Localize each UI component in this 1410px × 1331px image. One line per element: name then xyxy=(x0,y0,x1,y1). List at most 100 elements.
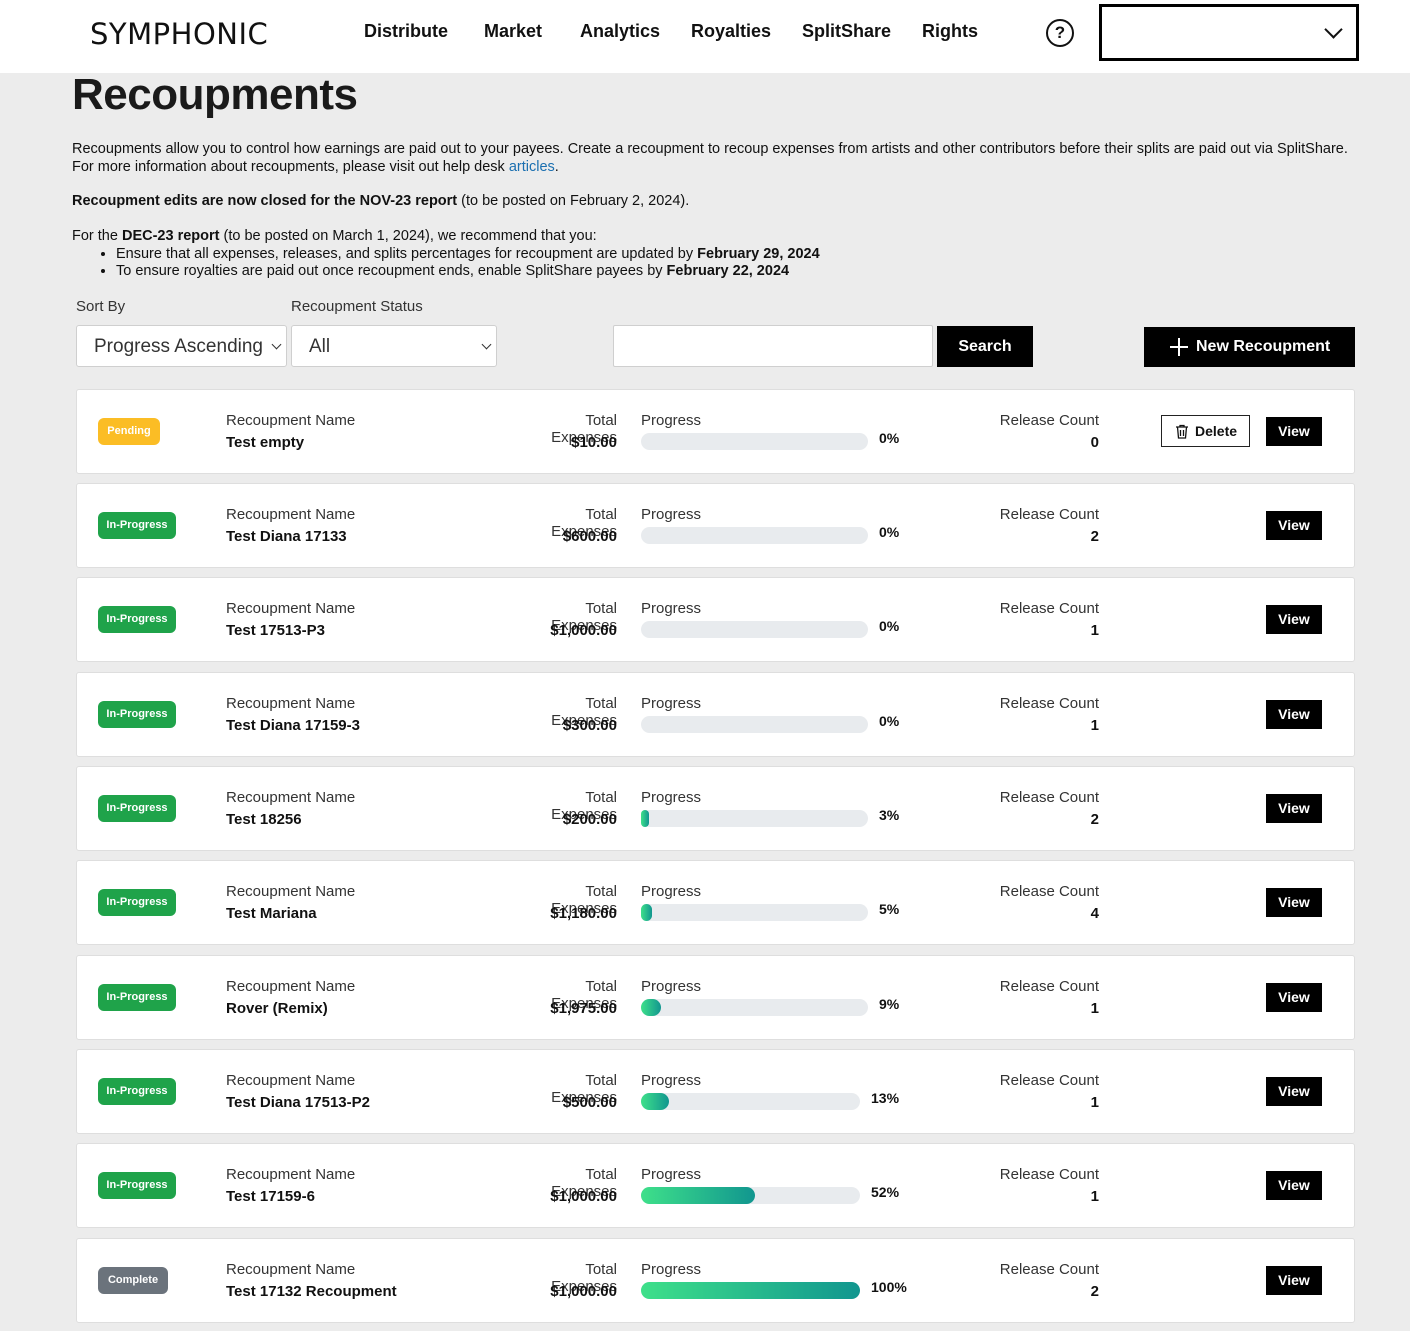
progress-label: Progress xyxy=(641,412,702,429)
recoupment-card: In-Progress Recoupment Name Test Diana 1… xyxy=(76,672,1355,757)
new-recoupment-button[interactable]: New Recoupment xyxy=(1144,327,1355,367)
total-expenses: $10.00 xyxy=(571,434,617,451)
status-badge: In-Progress xyxy=(98,701,176,728)
recoupment-card: Pending Recoupment Name Test empty Total… xyxy=(76,389,1355,474)
release-count-label: Release Count xyxy=(999,695,1099,712)
view-button[interactable]: View xyxy=(1266,983,1322,1012)
plus-icon xyxy=(1170,338,1188,356)
search-input[interactable] xyxy=(613,325,933,367)
progress-label: Progress xyxy=(641,600,702,617)
status-select[interactable]: All xyxy=(291,325,497,367)
recoupment-name: Test Diana 17159-3 xyxy=(226,717,360,734)
help-icon[interactable]: ? xyxy=(1046,19,1074,47)
recoupment-name: Test 18256 xyxy=(226,811,302,828)
progress-track xyxy=(641,527,868,544)
view-button[interactable]: View xyxy=(1266,1171,1322,1200)
release-count-label: Release Count xyxy=(999,506,1099,523)
progress-track xyxy=(641,433,868,450)
total-expenses: $300.00 xyxy=(562,717,617,734)
symphonic-logo[interactable]: SYMPHONIC xyxy=(90,17,268,51)
view-button[interactable]: View xyxy=(1266,511,1322,540)
view-button[interactable]: View xyxy=(1266,888,1322,917)
total-expenses: $1,000.00 xyxy=(550,1188,617,1205)
total-expenses: $500.00 xyxy=(562,1094,617,1111)
nav-splitshare[interactable]: SplitShare xyxy=(802,21,891,42)
delete-button[interactable]: Delete xyxy=(1161,415,1250,447)
name-label: Recoupment Name xyxy=(226,695,356,712)
recoupment-name: Test Diana 17133 xyxy=(226,528,347,545)
nav-market[interactable]: Market xyxy=(484,21,542,42)
release-count: 1 xyxy=(1090,717,1099,734)
progress-track xyxy=(641,810,868,827)
progress-percent: 0% xyxy=(879,430,900,446)
recoupment-name: Rover (Remix) xyxy=(226,1000,328,1017)
release-count: 4 xyxy=(1090,905,1099,922)
progress-percent: 5% xyxy=(879,901,900,917)
trash-icon xyxy=(1176,424,1188,439)
name-label: Recoupment Name xyxy=(226,1166,356,1183)
chevron-down-icon xyxy=(271,339,282,350)
sort-by-label: Sort By xyxy=(76,298,126,315)
progress-percent: 100% xyxy=(871,1279,907,1295)
articles-link[interactable]: articles xyxy=(509,159,555,175)
recoupment-name: Test Mariana xyxy=(226,905,317,922)
name-label: Recoupment Name xyxy=(226,1072,356,1089)
intro-text: Recoupments allow you to control how ear… xyxy=(72,141,1348,175)
chevron-down-icon xyxy=(1324,20,1343,39)
progress-track xyxy=(641,1093,860,1110)
view-button[interactable]: View xyxy=(1266,1266,1322,1295)
progress-percent: 0% xyxy=(879,713,900,729)
progress-fill xyxy=(641,999,662,1016)
release-count-label: Release Count xyxy=(999,1072,1099,1089)
nav-analytics[interactable]: Analytics xyxy=(580,21,660,42)
status-badge: In-Progress xyxy=(98,512,176,539)
progress-percent: 13% xyxy=(871,1090,900,1106)
bullet-expenses: Ensure that all expenses, releases, and … xyxy=(116,246,820,264)
status-label: Recoupment Status xyxy=(291,298,423,315)
name-label: Recoupment Name xyxy=(226,412,356,429)
progress-track xyxy=(641,621,868,638)
page-title: Recoupments xyxy=(72,70,358,119)
progress-fill xyxy=(641,904,653,921)
release-count-label: Release Count xyxy=(999,789,1099,806)
recoupment-name: Test 17513-P3 xyxy=(226,622,325,639)
release-count: 1 xyxy=(1090,1000,1099,1017)
status-badge: In-Progress xyxy=(98,795,176,822)
recoupment-name: Test 17132 Recoupment xyxy=(226,1283,397,1300)
view-button[interactable]: View xyxy=(1266,1077,1322,1106)
chevron-down-icon xyxy=(481,339,492,350)
release-count-label: Release Count xyxy=(999,978,1099,995)
release-count-label: Release Count xyxy=(999,600,1099,617)
name-label: Recoupment Name xyxy=(226,883,356,900)
recoupment-name: Test Diana 17513-P2 xyxy=(226,1094,370,1111)
recoupment-card: In-Progress Recoupment Name Test Diana 1… xyxy=(76,1049,1355,1134)
status-badge: Complete xyxy=(98,1267,168,1294)
total-expenses: $1,180.00 xyxy=(550,905,617,922)
status-badge: Pending xyxy=(98,418,160,445)
name-label: Recoupment Name xyxy=(226,789,356,806)
nav-rights[interactable]: Rights xyxy=(922,21,978,42)
account-dropdown[interactable] xyxy=(1099,4,1359,61)
view-button[interactable]: View xyxy=(1266,700,1322,729)
view-button[interactable]: View xyxy=(1266,417,1322,446)
name-label: Recoupment Name xyxy=(226,600,356,617)
release-count-label: Release Count xyxy=(999,1261,1099,1278)
release-count-label: Release Count xyxy=(999,883,1099,900)
view-button[interactable]: View xyxy=(1266,794,1322,823)
total-expenses: $1,000.00 xyxy=(550,1283,617,1300)
progress-fill xyxy=(641,1093,670,1110)
sort-by-select[interactable]: Progress Ascending xyxy=(76,325,287,367)
view-button[interactable]: View xyxy=(1266,605,1322,634)
recoupment-name: Test empty xyxy=(226,434,305,451)
search-button[interactable]: Search xyxy=(937,326,1033,367)
progress-percent: 52% xyxy=(871,1184,900,1200)
nav-royalties[interactable]: Royalties xyxy=(691,21,771,42)
name-label: Recoupment Name xyxy=(226,506,356,523)
nav-distribute[interactable]: Distribute xyxy=(364,21,448,42)
progress-label: Progress xyxy=(641,1166,702,1183)
status-badge: In-Progress xyxy=(98,889,176,916)
recoupment-card: In-Progress Recoupment Name Rover (Remix… xyxy=(76,955,1355,1040)
progress-label: Progress xyxy=(641,978,702,995)
release-count-label: Release Count xyxy=(999,412,1099,429)
release-count-label: Release Count xyxy=(999,1166,1099,1183)
